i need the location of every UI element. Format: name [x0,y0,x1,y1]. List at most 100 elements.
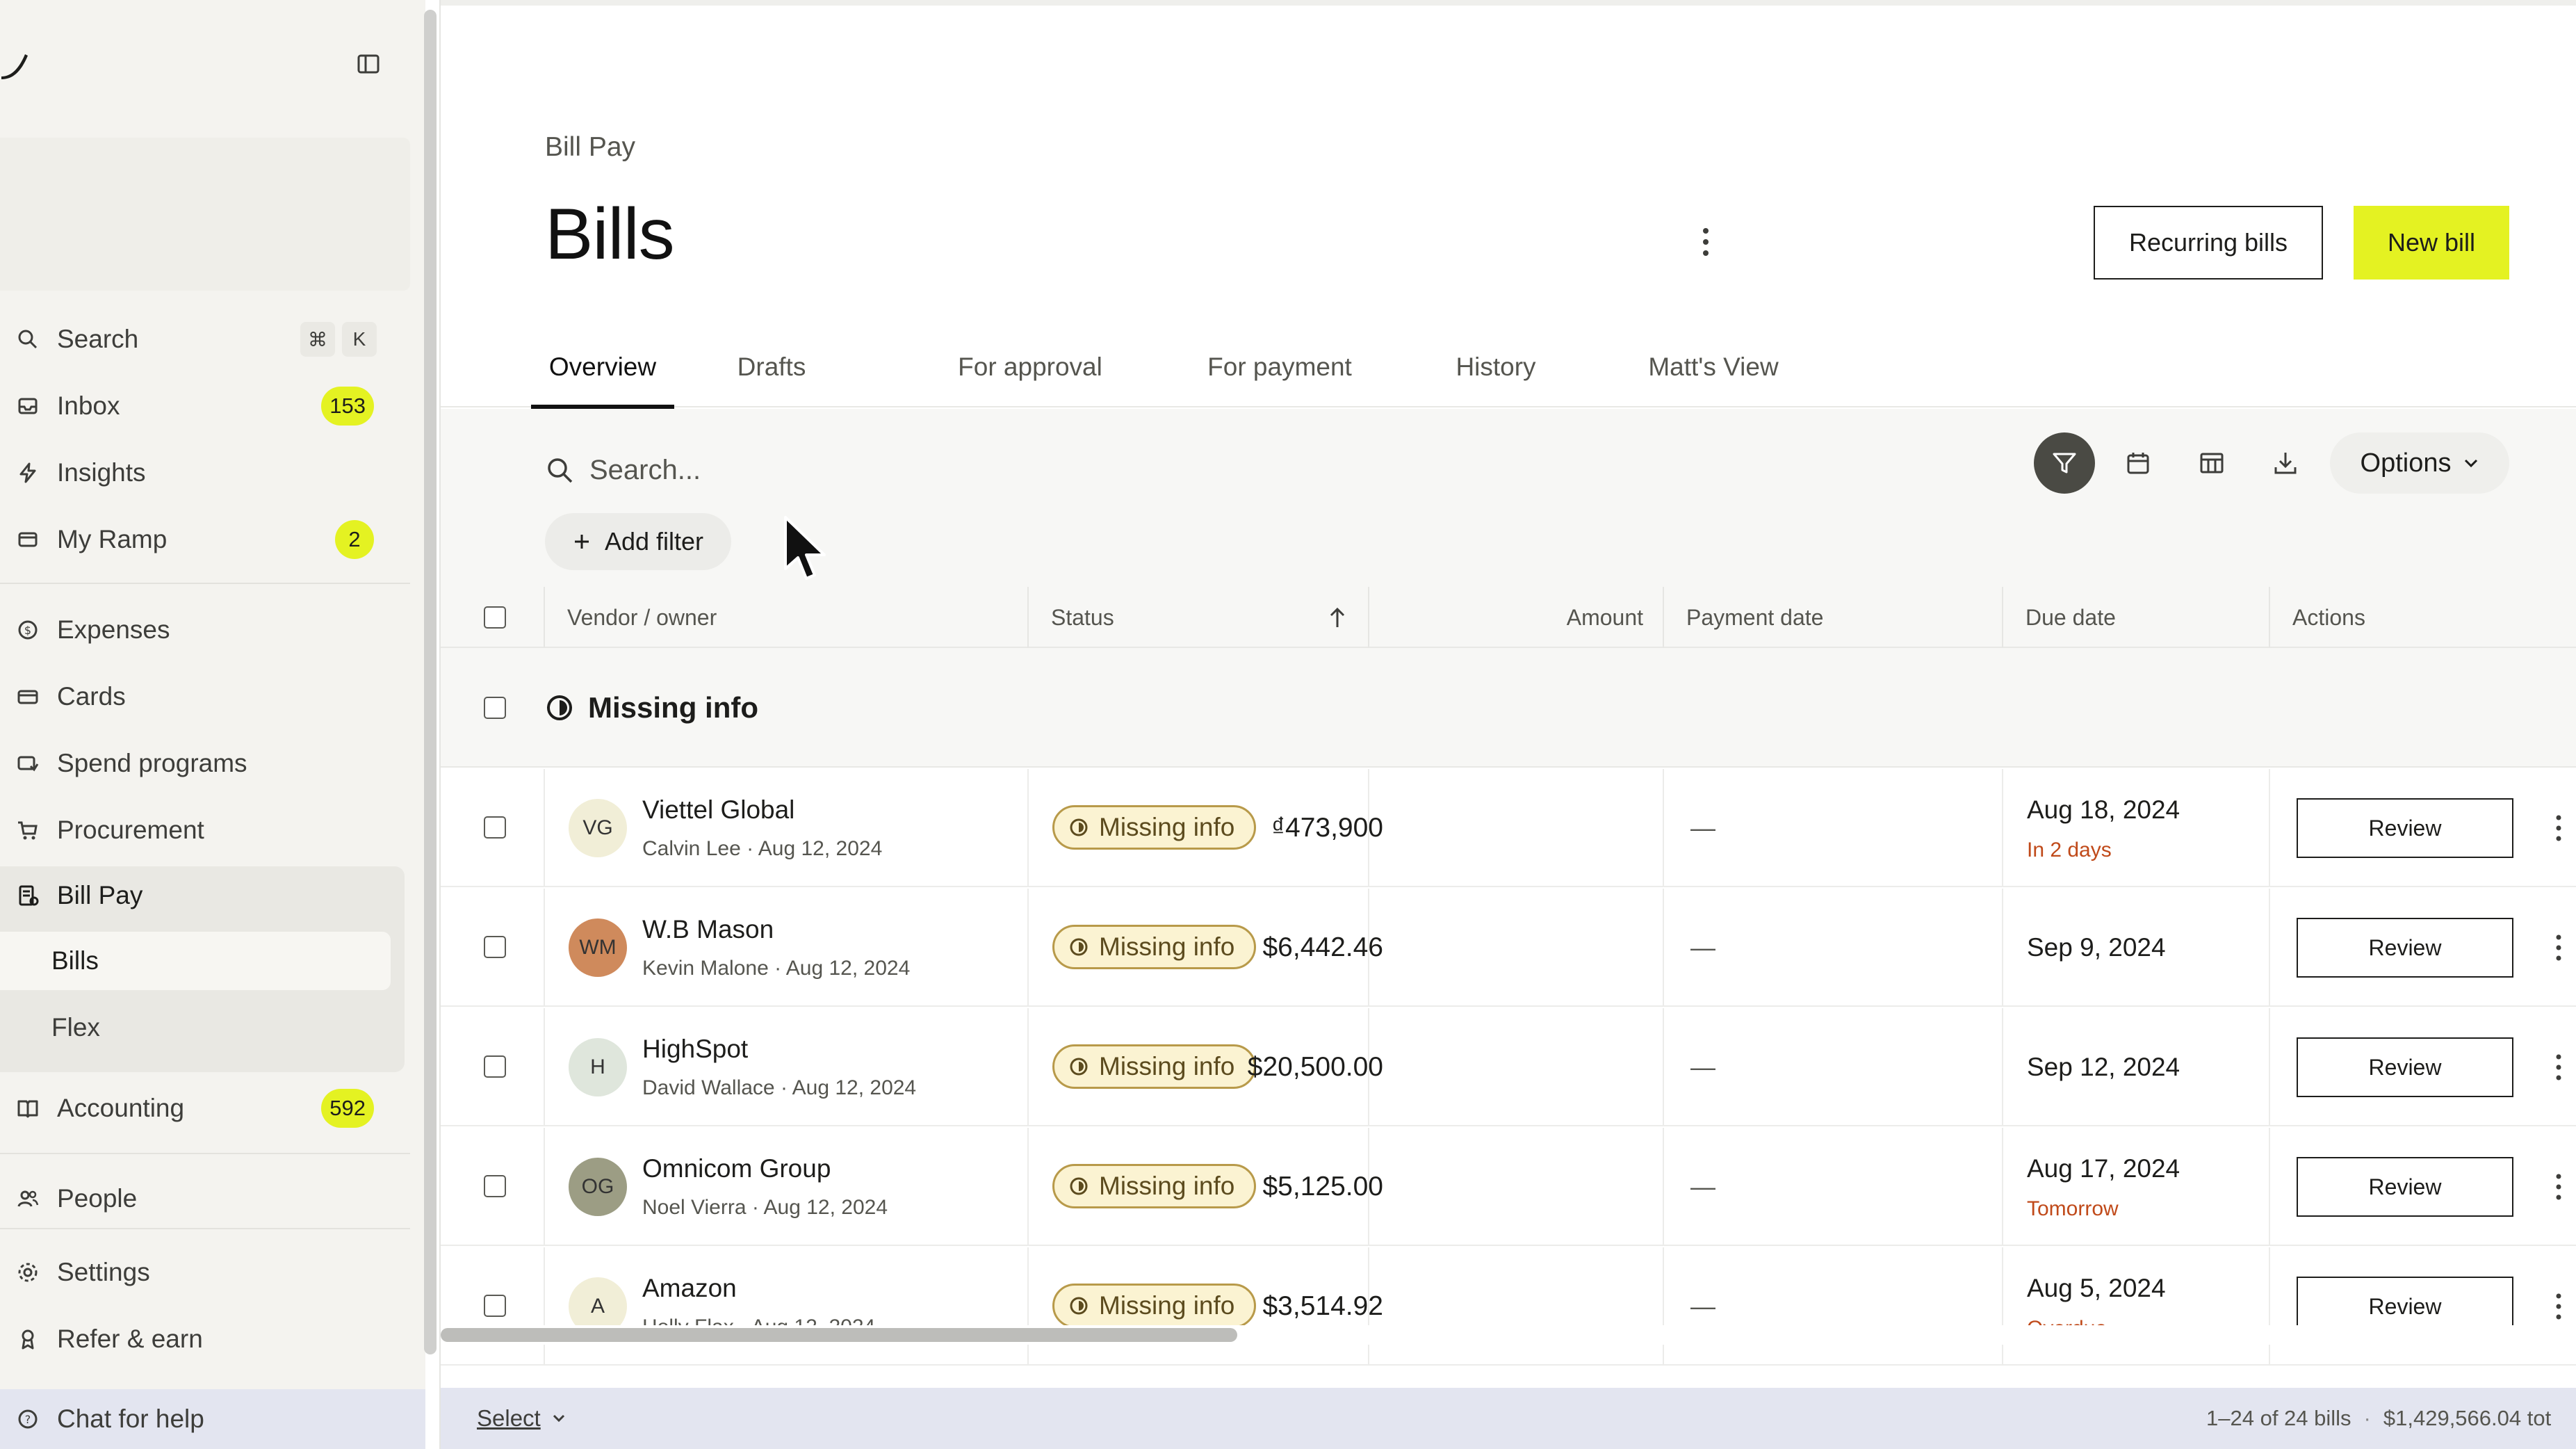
row-more-icon[interactable] [2548,930,2569,965]
sidebar-divider [0,1228,410,1229]
inbox-count-badge: 153 [321,387,374,426]
table-row[interactable]: AAmazonHolly Flax · Aug 12, 2024Missing … [441,1247,2576,1366]
column-header-amount[interactable]: Amount [1379,587,1643,648]
spend-program-icon [17,752,39,775]
vendor-name[interactable]: Viettel Global [642,795,794,825]
new-bill-button[interactable]: New bill [2354,206,2509,280]
due-date-note: In 2 days [2027,839,2112,861]
sidebar-item-insights[interactable]: Insights [0,444,403,502]
cell-divider [2269,769,2270,886]
tab-drafts[interactable]: Drafts [720,327,823,407]
sidebar-subitem-bills[interactable]: Bills [0,932,391,990]
mouse-pointer-icon [783,515,829,583]
half-circle-status-icon [1068,817,1089,838]
vendor-avatar: VG [569,799,627,857]
group-row-missing-info[interactable]: Missing info [441,648,2576,768]
row-more-icon[interactable] [2548,811,2569,845]
search-input[interactable] [589,454,1215,486]
page-title: Bills [545,194,675,275]
sidebar-item-accounting[interactable]: Accounting 592 [0,1079,403,1138]
sidebar-item-spend-programs[interactable]: Spend programs [0,734,403,793]
vendor-owner-date: Kevin Malone · Aug 12, 2024 [642,957,911,980]
row-checkbox[interactable] [484,1175,506,1197]
columns-button[interactable] [2181,432,2242,494]
sidebar-item-people[interactable]: People [0,1169,403,1228]
scrollbar-thumb[interactable] [441,1328,1237,1342]
row-more-icon[interactable] [2548,1169,2569,1204]
company-switcher[interactable] [0,138,410,291]
sidebar-scrollbar[interactable] [424,10,437,1354]
column-header-due-date[interactable]: Due date [2025,587,2116,648]
sidebar-item-cards[interactable]: Cards [0,667,403,726]
status-badge: Missing info [1052,805,1257,850]
add-filter-button[interactable]: Add filter [545,513,731,570]
column-header-payment-date[interactable]: Payment date [1686,587,1823,648]
table-row[interactable]: VG Viettel Global Calvin Lee · Aug 12, 202… [441,769,2576,887]
row-checkbox[interactable] [484,1055,506,1078]
review-button[interactable]: Review [2297,1037,2513,1097]
sidebar-item-procurement[interactable]: Procurement [0,801,403,859]
sidebar-item-label: Refer & earn [57,1325,203,1353]
download-button[interactable] [2255,432,2316,494]
select-dropdown[interactable]: Select [477,1388,566,1449]
vendor-name[interactable]: HighSpot [642,1035,748,1064]
breadcrumb[interactable]: Bill Pay [545,132,635,163]
group-title: Missing info [545,648,758,768]
cart-icon [17,819,39,841]
sidebar-item-refer-earn[interactable]: Refer & earn [0,1310,403,1368]
table-row[interactable]: WM W.B Mason Kevin Malone · Aug 12, 2024 Mi… [441,889,2576,1007]
row-checkbox[interactable] [484,816,506,839]
column-separator [1027,587,1029,648]
chat-for-help-button[interactable]: ? Chat for help [0,1389,425,1449]
sidebar-item-expenses[interactable]: $ Expenses [0,601,403,659]
review-button[interactable]: Review [2297,798,2513,858]
bill-count-summary: 1–24 of 24 bills · $1,429,566.04 tot [2206,1388,2551,1449]
more-options-icon[interactable] [1692,222,1720,261]
table-horizontal-scrollbar[interactable] [441,1325,2576,1345]
column-separator [2002,587,2003,648]
sidebar-subitem-flex[interactable]: Flex [0,998,391,1057]
sidebar-item-bill-pay[interactable]: Bill Pay [0,866,403,925]
calendar-button[interactable] [2108,432,2169,494]
tab-for-payment[interactable]: For payment [1189,327,1371,407]
half-circle-status-icon [1068,1176,1089,1197]
tab-for-approval[interactable]: For approval [940,327,1120,407]
select-all-checkbox[interactable] [484,606,506,629]
options-dropdown[interactable]: Options [2330,432,2509,494]
ramp-logo-icon[interactable] [0,49,32,81]
bill-total: $1,429,566.04 tot [2383,1406,2552,1430]
cell-divider [544,1008,545,1125]
filter-button[interactable] [2034,432,2095,494]
search-icon [17,328,39,350]
column-header-status[interactable]: Status [1051,587,1114,648]
search-bar[interactable] [545,445,1215,495]
row-checkbox[interactable] [484,936,506,958]
cell-divider [1027,769,1029,886]
review-button[interactable]: Review [2297,918,2513,978]
vendor-name[interactable]: Omnicom Group [642,1154,831,1183]
sidebar-item-my-ramp[interactable]: My Ramp 2 [0,510,403,569]
column-header-vendor[interactable]: Vendor / owner [567,587,717,648]
due-date: Aug 18, 2024 [2027,795,2180,824]
tab-matts-view[interactable]: Matt's View [1621,327,1806,407]
half-circle-status-icon [545,693,574,722]
table-row[interactable]: OG Omnicom Group Noel Vierra · Aug 12, 202… [441,1128,2576,1246]
tab-overview[interactable]: Overview [531,327,674,409]
vendor-name[interactable]: W.B Mason [642,915,774,944]
recurring-bills-button[interactable]: Recurring bills [2094,206,2323,280]
plus-icon [573,533,591,551]
sidebar-item-settings[interactable]: Settings [0,1243,403,1302]
group-checkbox[interactable] [484,697,506,719]
table-row[interactable]: H HighSpot David Wallace · Aug 12, 2024 Mis… [441,1008,2576,1126]
row-more-icon[interactable] [2548,1289,2569,1324]
sort-ascending-icon[interactable] [1326,605,1348,630]
row-checkbox[interactable] [484,1295,506,1317]
vendor-name[interactable]: Amazon [642,1274,737,1303]
row-more-icon[interactable] [2548,1050,2569,1085]
sidebar-item-search[interactable]: Search ⌘ K [0,310,403,369]
sidebar-item-inbox[interactable]: Inbox 153 [0,377,403,435]
review-button[interactable]: Review [2297,1157,2513,1217]
collapse-sidebar-icon[interactable] [356,51,381,76]
tab-history[interactable]: History [1440,327,1551,407]
sidebar-item-label: Insights [57,458,146,487]
